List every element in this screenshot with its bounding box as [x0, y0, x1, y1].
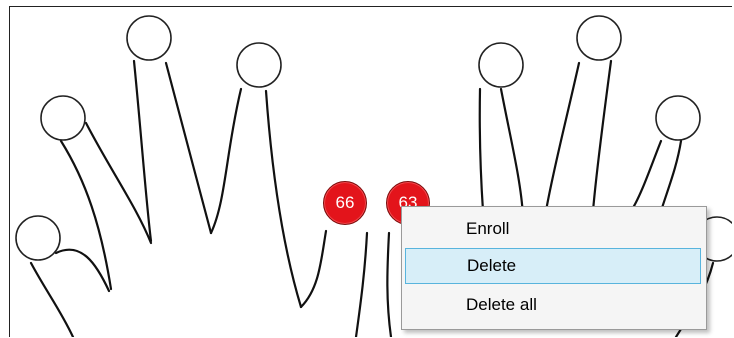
- right-index-tip[interactable]: [478, 42, 524, 88]
- left-index-line-a: [209, 87, 243, 235]
- right-index-line-b: [499, 87, 525, 218]
- right-thumb-line-a: [386, 231, 393, 337]
- left-ring-line-a: [59, 139, 113, 291]
- menu-item-enroll[interactable]: Enroll: [405, 211, 701, 247]
- left-pinky-tip[interactable]: [15, 215, 61, 261]
- right-ring-line-b: [659, 139, 683, 213]
- menu-item-delete[interactable]: Delete: [405, 248, 701, 284]
- menu-item-delete-all[interactable]: Delete all: [405, 287, 701, 323]
- right-middle-tip[interactable]: [576, 15, 622, 61]
- left-ring-tip[interactable]: [40, 95, 86, 141]
- right-middle-line-a: [544, 61, 581, 213]
- left-middle-line-b: [164, 61, 213, 235]
- right-ring-tip[interactable]: [655, 95, 701, 141]
- left-index-tip[interactable]: [236, 42, 282, 88]
- left-thumb-line-b: [354, 231, 369, 337]
- left-middle-tip[interactable]: [126, 15, 172, 61]
- right-index-line-a: [478, 87, 485, 213]
- left-pinky-line: [29, 261, 75, 337]
- left-index-enrolled-badge[interactable]: 66: [323, 181, 367, 225]
- right-middle-line-b: [591, 59, 613, 213]
- left-thumb-line-a: [299, 229, 328, 309]
- screenshot-frame: 66 63 Enroll Delete Delete all: [0, 0, 734, 338]
- left-pinky-ring-line: [54, 248, 111, 293]
- left-hand-outline: [29, 59, 369, 337]
- left-index-line-b: [264, 89, 303, 309]
- right-ring-line-a: [629, 139, 663, 213]
- context-menu: Enroll Delete Delete all: [401, 206, 707, 330]
